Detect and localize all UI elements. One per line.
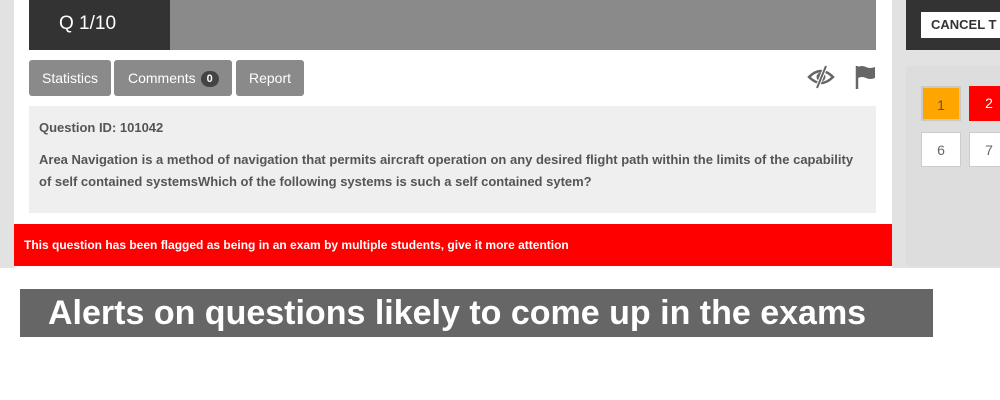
page: Q 1/10 Statistics Comments 0 Report Ques… — [0, 0, 1000, 400]
comments-button[interactable]: Comments 0 — [114, 60, 232, 96]
question-header-bar: Q 1/10 — [29, 0, 876, 50]
screenshot-region: Q 1/10 Statistics Comments 0 Report Ques… — [0, 0, 1000, 268]
question-id: Question ID: 101042 — [39, 120, 164, 135]
statistics-button[interactable]: Statistics — [29, 60, 111, 96]
cancel-button[interactable]: CANCEL T — [921, 12, 1000, 38]
question-nav-button-7[interactable]: 7 — [969, 132, 1000, 167]
comments-label: Comments — [128, 70, 196, 86]
flagged-alert-banner: This question has been flagged as being … — [14, 224, 892, 266]
question-box: Question ID: 101042 Area Navigation is a… — [29, 106, 876, 213]
feature-caption: Alerts on questions likely to come up in… — [20, 289, 933, 337]
question-counter: Q 1/10 — [29, 0, 170, 50]
question-nav-button-6[interactable]: 6 — [921, 132, 961, 167]
eye-slash-icon[interactable] — [807, 63, 835, 91]
question-nav-button-1[interactable]: 1 — [921, 86, 961, 121]
flag-icon[interactable] — [852, 63, 880, 91]
question-panel: Q 1/10 Statistics Comments 0 Report Ques… — [14, 0, 892, 268]
question-nav-button-2[interactable]: 2 — [969, 86, 1000, 121]
comments-count-badge: 0 — [200, 71, 219, 87]
question-text: Area Navigation is a method of navigatio… — [39, 152, 854, 189]
report-button[interactable]: Report — [236, 60, 304, 96]
